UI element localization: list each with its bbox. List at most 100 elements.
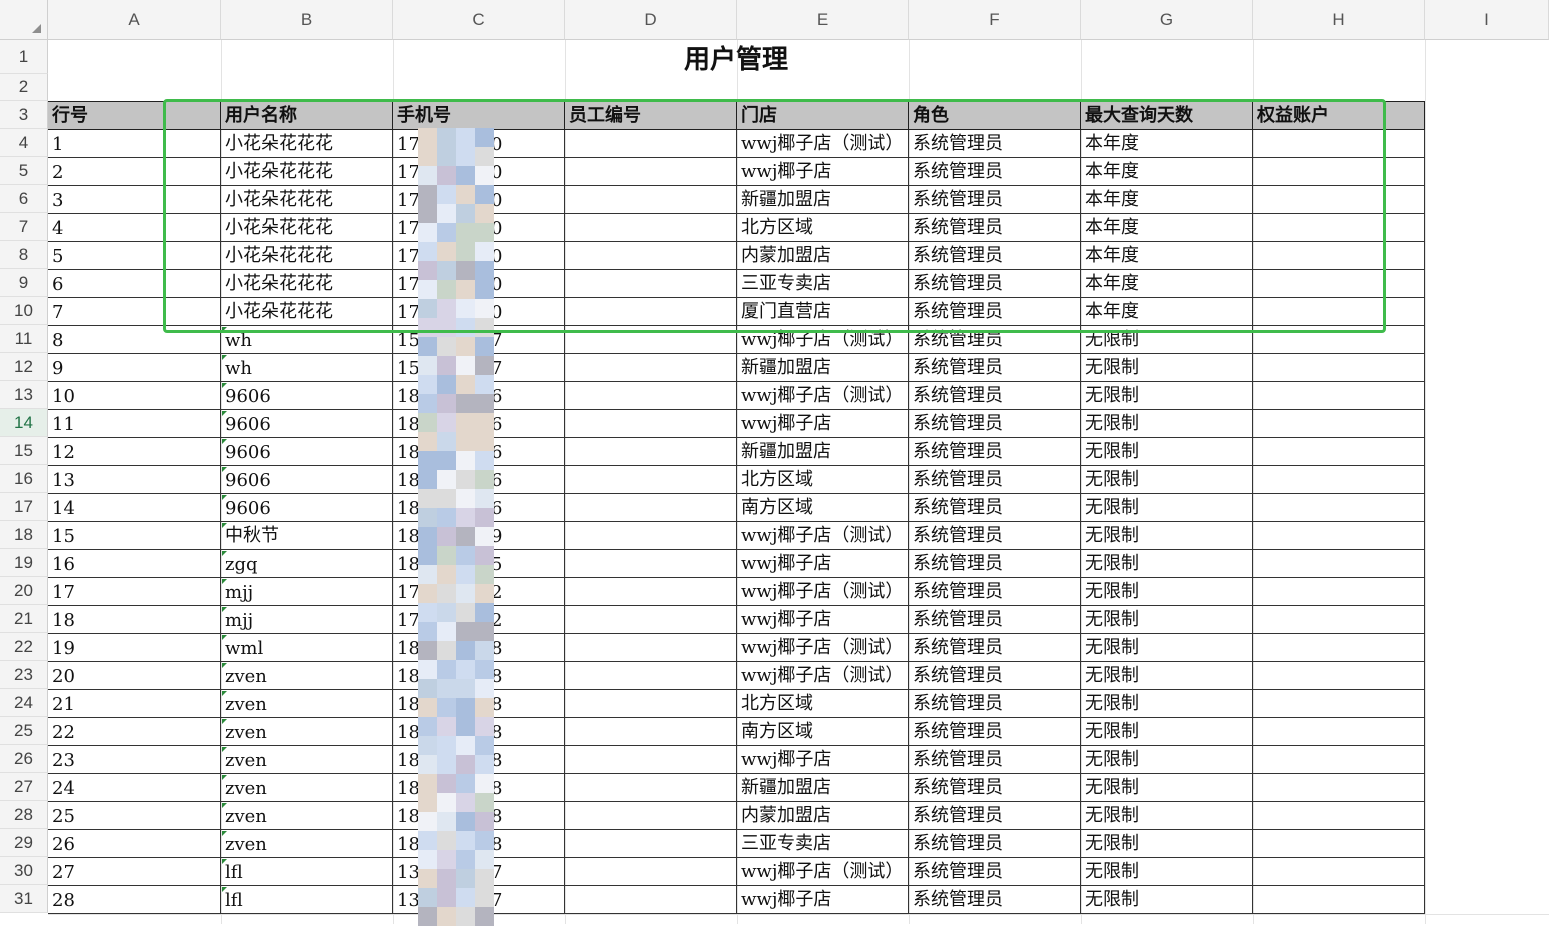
table-cell[interactable] [1253,382,1425,410]
table-cell[interactable]: 5 [48,242,221,270]
table-cell[interactable]: 内蒙加盟店 [737,802,909,830]
row-header-27[interactable]: 27 [0,773,48,801]
table-cell[interactable] [1253,578,1425,606]
table-cell[interactable]: mjj [221,578,393,606]
table-cell[interactable] [565,354,737,382]
table-cell[interactable]: 10 [48,382,221,410]
header-cell-0[interactable]: 行号 [48,101,221,130]
table-cell[interactable]: 2 [48,158,221,186]
table-cell[interactable]: 小花朵花花花 [221,242,393,270]
row-header-21[interactable]: 21 [0,605,48,633]
table-cell[interactable]: 无限制 [1081,746,1253,774]
table-cell[interactable] [1253,214,1425,242]
table-cell[interactable]: wwj椰子店（测试） [737,522,909,550]
table-cell[interactable]: wwj椰子店 [737,886,909,914]
table-cell[interactable]: lfl [221,858,393,886]
table-cell[interactable]: 25 [48,802,221,830]
table-cell[interactable]: wwj椰子店（测试） [737,634,909,662]
table-cell[interactable] [565,298,737,326]
table-cell[interactable]: 13 [48,466,221,494]
column-header-e[interactable]: E [737,0,909,40]
row-header-28[interactable]: 28 [0,801,48,829]
table-cell[interactable]: wwj椰子店 [737,606,909,634]
table-cell[interactable]: zven [221,746,393,774]
table-cell[interactable]: zven [221,802,393,830]
table-cell[interactable] [565,662,737,690]
column-header-f[interactable]: F [909,0,1081,40]
column-header-b[interactable]: B [221,0,393,40]
column-header-d[interactable]: D [565,0,737,40]
table-cell[interactable] [565,158,737,186]
table-cell[interactable]: 24 [48,774,221,802]
table-cell[interactable] [1253,830,1425,858]
row-header-4[interactable]: 4 [0,129,48,157]
table-cell[interactable]: 28 [48,886,221,914]
table-cell[interactable]: 7 [48,298,221,326]
table-cell[interactable]: 无限制 [1081,886,1253,914]
table-cell[interactable]: 系统管理员 [909,606,1081,634]
table-cell[interactable]: zven [221,774,393,802]
table-cell[interactable]: 南方区域 [737,718,909,746]
table-cell[interactable]: 11 [48,410,221,438]
table-cell[interactable] [1253,690,1425,718]
table-cell[interactable]: 新疆加盟店 [737,354,909,382]
table-cell[interactable]: 无限制 [1081,606,1253,634]
row-header-2[interactable]: 2 [0,74,48,101]
table-cell[interactable] [1253,522,1425,550]
row-header-20[interactable]: 20 [0,577,48,605]
table-cell[interactable]: 系统管理员 [909,410,1081,438]
table-cell[interactable]: 无限制 [1081,578,1253,606]
table-cell[interactable]: 系统管理员 [909,494,1081,522]
table-cell[interactable]: 北方区域 [737,690,909,718]
header-cell-3[interactable]: 员工编号 [565,101,737,130]
table-cell[interactable] [1253,858,1425,886]
table-cell[interactable]: wml [221,634,393,662]
row-header-19[interactable]: 19 [0,549,48,577]
row-header-17[interactable]: 17 [0,493,48,521]
table-cell[interactable] [1253,718,1425,746]
table-cell[interactable] [1253,662,1425,690]
table-cell[interactable]: 26 [48,830,221,858]
table-cell[interactable]: 本年度 [1081,242,1253,270]
table-cell[interactable]: 新疆加盟店 [737,186,909,214]
table-cell[interactable] [1253,410,1425,438]
table-cell[interactable]: zven [221,690,393,718]
table-cell[interactable]: 本年度 [1081,158,1253,186]
table-cell[interactable]: 无限制 [1081,466,1253,494]
table-cell[interactable]: zven [221,662,393,690]
table-cell[interactable]: 小花朵花花花 [221,186,393,214]
row-header-31[interactable]: 31 [0,885,48,913]
table-cell[interactable] [1253,438,1425,466]
table-cell[interactable]: 无限制 [1081,522,1253,550]
row-header-15[interactable]: 15 [0,437,48,465]
table-cell[interactable]: 17 [48,578,221,606]
table-cell[interactable]: lfl [221,886,393,914]
table-cell[interactable]: 系统管理员 [909,214,1081,242]
table-cell[interactable]: 小花朵花花花 [221,214,393,242]
row-header-7[interactable]: 7 [0,213,48,241]
table-cell[interactable] [1253,886,1425,914]
table-cell[interactable]: 系统管理员 [909,774,1081,802]
table-cell[interactable] [565,886,737,914]
table-cell[interactable]: 无限制 [1081,354,1253,382]
row-header-24[interactable]: 24 [0,689,48,717]
table-cell[interactable]: 无限制 [1081,718,1253,746]
table-cell[interactable] [565,830,737,858]
header-cell-6[interactable]: 最大查询天数 [1081,101,1253,130]
table-cell[interactable] [1253,298,1425,326]
table-cell[interactable]: mjj [221,606,393,634]
table-cell[interactable]: zgq [221,550,393,578]
table-cell[interactable]: 新疆加盟店 [737,438,909,466]
table-cell[interactable]: 12 [48,438,221,466]
table-cell[interactable]: 三亚专卖店 [737,270,909,298]
table-cell[interactable]: 小花朵花花花 [221,158,393,186]
table-cell[interactable]: wwj椰子店（测试） [737,130,909,158]
table-cell[interactable]: 南方区域 [737,494,909,522]
table-cell[interactable]: 9 [48,354,221,382]
table-cell[interactable]: 8 [48,326,221,354]
row-header-11[interactable]: 11 [0,325,48,353]
table-cell[interactable]: wwj椰子店 [737,410,909,438]
table-cell[interactable]: 无限制 [1081,550,1253,578]
table-cell[interactable]: 本年度 [1081,270,1253,298]
table-cell[interactable]: 系统管理员 [909,690,1081,718]
